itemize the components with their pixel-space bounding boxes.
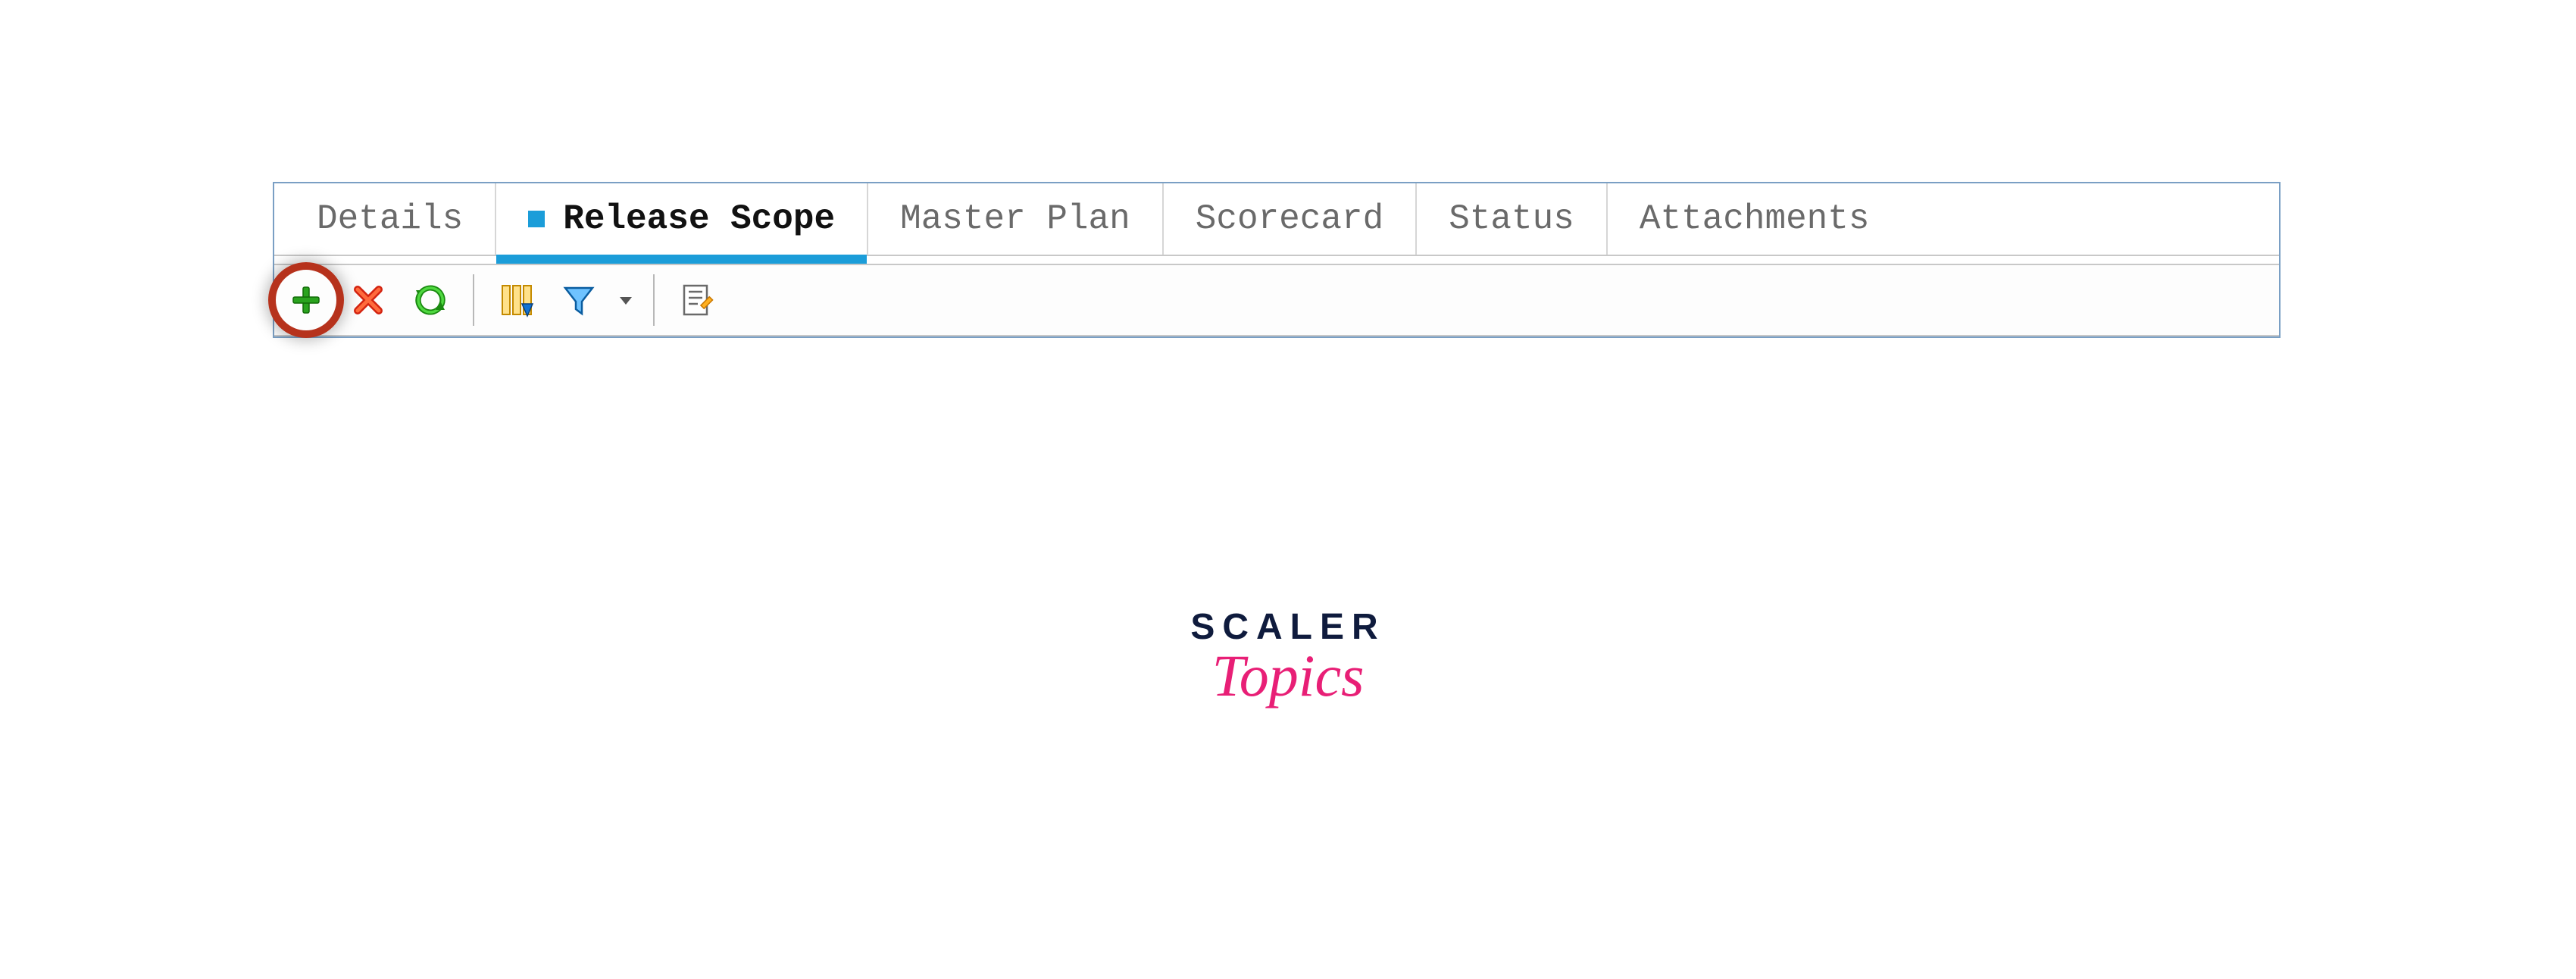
refresh-icon xyxy=(413,283,448,317)
toolbar-separator xyxy=(653,274,655,326)
toolbar-separator xyxy=(473,274,474,326)
filter-button[interactable] xyxy=(555,276,603,324)
tab-label: Status xyxy=(1449,199,1574,239)
tab-label: Release Scope xyxy=(563,199,835,239)
tab-attachments[interactable]: Attachments xyxy=(1606,183,1902,255)
plus-icon xyxy=(290,284,322,316)
details-button[interactable] xyxy=(673,276,721,324)
tab-label: Scorecard xyxy=(1196,199,1383,239)
tab-label: Attachments xyxy=(1640,199,1870,239)
document-edit-icon xyxy=(680,283,714,317)
funnel-icon xyxy=(562,283,596,317)
watermark-line2: Topics xyxy=(1190,642,1385,710)
x-icon xyxy=(352,283,385,317)
tab-scorecard[interactable]: Scorecard xyxy=(1162,183,1415,255)
tab-master-plan[interactable]: Master Plan xyxy=(867,183,1162,255)
tab-status[interactable]: Status xyxy=(1415,183,1606,255)
tab-label: Master Plan xyxy=(900,199,1130,239)
tab-release-scope[interactable]: Release Scope xyxy=(495,183,867,255)
chevron-down-icon xyxy=(618,292,633,308)
toolbar xyxy=(274,264,2279,336)
watermark: SCALER Topics xyxy=(1190,606,1385,710)
refresh-button[interactable] xyxy=(406,276,455,324)
tab-details[interactable]: Details xyxy=(274,183,495,255)
tab-label: Details xyxy=(317,199,463,239)
columns-icon xyxy=(499,283,534,317)
add-button[interactable] xyxy=(282,276,330,324)
filter-dropdown-button[interactable] xyxy=(617,292,635,308)
active-tab-indicator-icon xyxy=(528,211,545,227)
panel: Details Release Scope Master Plan Scorec… xyxy=(273,182,2281,338)
tab-bar: Details Release Scope Master Plan Scorec… xyxy=(274,183,2279,256)
delete-button[interactable] xyxy=(344,276,392,324)
columns-button[interactable] xyxy=(492,276,541,324)
